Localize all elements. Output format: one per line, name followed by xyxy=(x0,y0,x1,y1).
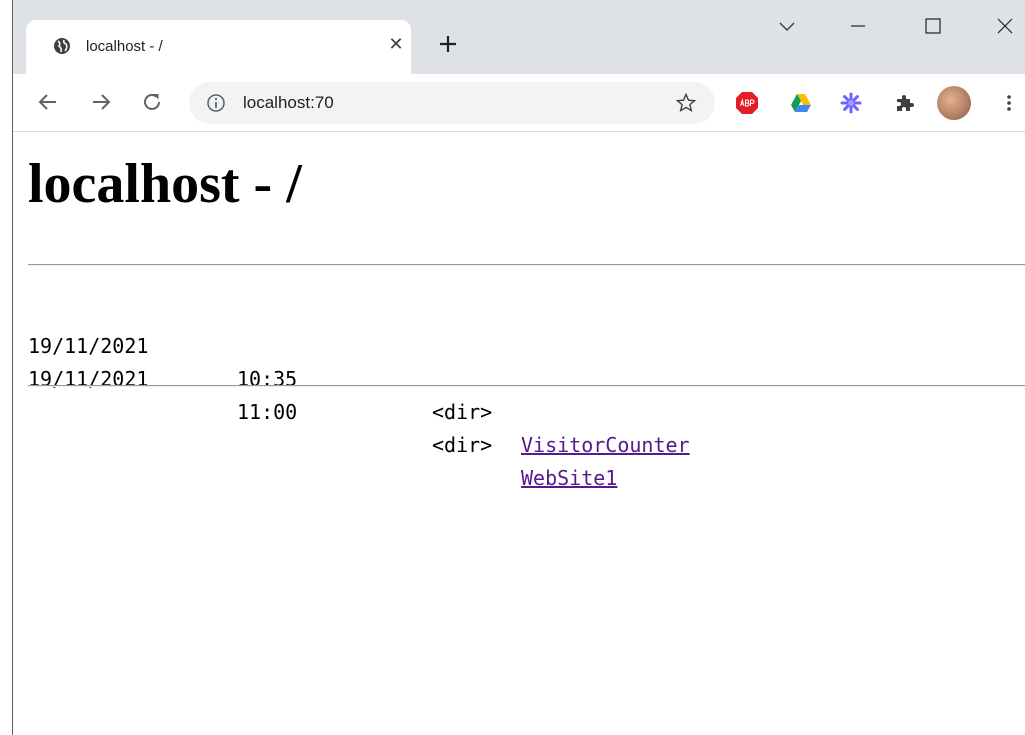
close-window-icon[interactable] xyxy=(993,14,1017,38)
globe-icon xyxy=(54,38,70,54)
adblock-plus-icon[interactable] xyxy=(735,91,759,115)
entry-time: 10:35 xyxy=(237,367,298,391)
info-icon[interactable] xyxy=(205,92,227,114)
address-bar[interactable]: localhost:70 xyxy=(189,82,715,124)
page-content: localhost - / 19/11/2021 10:35 <dir> Vis… xyxy=(13,132,1025,735)
entry-type: <dir> xyxy=(432,400,493,424)
reload-icon[interactable] xyxy=(139,89,165,115)
list-item: 19/11/2021 10:35 <dir> VisitorCounter xyxy=(28,297,690,457)
browser-toolbar: localhost:70 xyxy=(13,74,1025,132)
entry-link-website1[interactable]: WebSite1 xyxy=(521,462,617,495)
back-arrow-icon[interactable] xyxy=(35,89,61,115)
entry-time: 11:00 xyxy=(237,400,298,424)
forward-arrow-icon[interactable] xyxy=(88,89,114,115)
minimize-icon[interactable] xyxy=(846,14,870,38)
horizontal-rule xyxy=(28,264,1025,266)
entry-type: <dir> xyxy=(432,433,493,457)
google-drive-icon[interactable] xyxy=(789,91,813,115)
profile-avatar[interactable] xyxy=(937,86,971,120)
maximize-icon[interactable] xyxy=(921,14,945,38)
browser-window: localhost - / ✕ localhost:70 localhost -… xyxy=(12,0,1025,735)
directory-listing: 19/11/2021 10:35 <dir> VisitorCounter 19… xyxy=(28,297,690,490)
close-tab-icon[interactable]: ✕ xyxy=(386,34,406,54)
more-vertical-menu-icon[interactable] xyxy=(997,91,1021,115)
horizontal-rule xyxy=(28,385,1025,387)
extensions-puzzle-icon[interactable] xyxy=(893,91,917,115)
bookmark-star-icon[interactable] xyxy=(675,92,697,114)
new-tab-icon[interactable] xyxy=(437,33,459,55)
tab-search-chevron-down-icon[interactable] xyxy=(775,14,799,38)
tab-strip: localhost - / ✕ xyxy=(13,0,1025,74)
sparkle-extension-icon[interactable] xyxy=(839,91,863,115)
list-item: 19/11/2021 11:00 <dir> WebSite1 xyxy=(28,330,617,490)
page-title: localhost - / xyxy=(28,153,302,215)
entry-date: 19/11/2021 xyxy=(28,367,149,391)
tab-title: localhost - / xyxy=(86,38,163,55)
entry-link-visitorcounter[interactable]: VisitorCounter xyxy=(521,429,690,462)
url-text[interactable]: localhost:70 xyxy=(243,93,334,113)
tab-localhost[interactable]: localhost - / ✕ xyxy=(26,20,411,74)
